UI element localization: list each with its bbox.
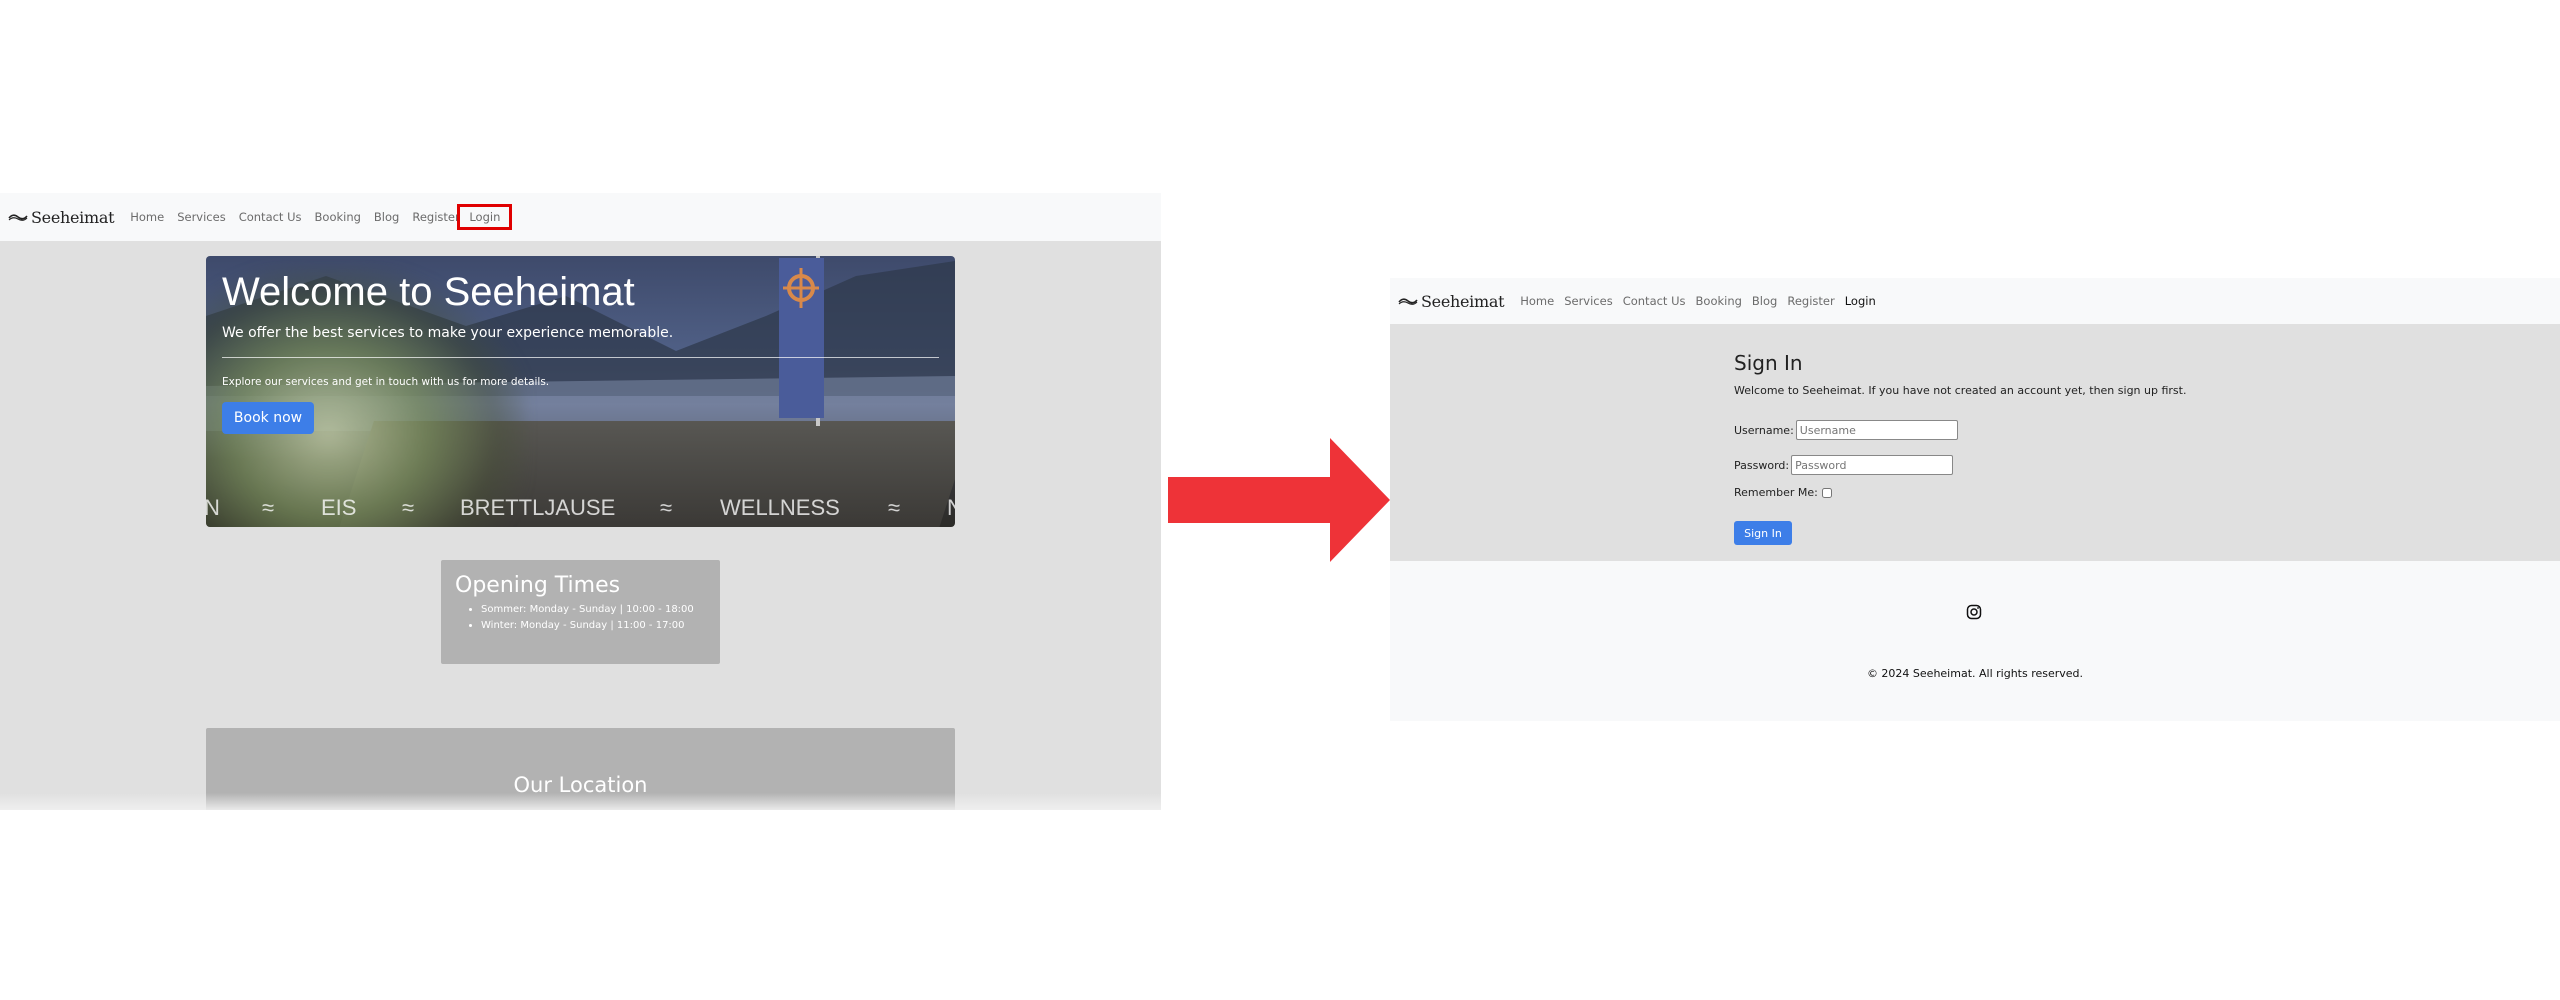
copyright-text: © 2024 Seeheimat. All rights reserved.	[1866, 667, 2084, 680]
nav-blog[interactable]: Blog	[1752, 294, 1777, 308]
hero-lead: We offer the best services to make your …	[222, 325, 674, 341]
nav-register[interactable]: Register	[1787, 294, 1834, 308]
nav-services[interactable]: Services	[177, 210, 226, 224]
ticker-separator: ≈	[888, 495, 901, 520]
username-input[interactable]	[1795, 420, 1958, 440]
opening-times-card: Opening Times Sommer: Monday - Sunday | …	[441, 560, 720, 664]
home-page-screenshot: Seeheimat Home Services Contact Us Booki…	[0, 193, 1161, 810]
nav-home[interactable]: Home	[1520, 294, 1554, 308]
signin-title: Sign In	[1734, 351, 1803, 375]
nav-contact-us[interactable]: Contact Us	[1623, 294, 1686, 308]
book-now-button[interactable]: Book now	[222, 402, 314, 434]
login-page-screenshot: Seeheimat Home Services Contact Us Booki…	[1390, 278, 2560, 721]
hero-banner: Welcome to Seeheimat We offer the best s…	[206, 256, 955, 527]
remember-label: Remember Me:	[1734, 486, 1818, 499]
wave-logo-icon	[1398, 298, 1418, 305]
ticker-item: BRETTLJAUSE	[460, 495, 616, 520]
navbar: Seeheimat Home Services Contact Us Booki…	[1390, 278, 2560, 324]
bottom-fade	[0, 793, 1161, 810]
opening-time-winter: Winter: Monday - Sunday | 11:00 - 17:00	[481, 618, 694, 634]
transition-arrow-icon	[1168, 438, 1390, 562]
nav-home[interactable]: Home	[130, 210, 164, 224]
ticker-marquee: N ≈ EIS ≈ BRETTLJAUSE ≈ WELLNESS ≈ N	[206, 494, 955, 522]
password-label: Password:	[1734, 458, 1790, 472]
ticker-item: N	[947, 495, 955, 520]
nav-services[interactable]: Services	[1564, 294, 1613, 308]
ticker-item: WELLNESS	[720, 495, 840, 520]
hero-divider	[222, 357, 939, 358]
signin-form-section: Sign In Welcome to Seeheimat. If you hav…	[1390, 324, 2560, 561]
remember-checkbox[interactable]	[1821, 487, 1832, 498]
opening-times-list: Sommer: Monday - Sunday | 10:00 - 18:00 …	[467, 602, 694, 634]
username-row: Username:	[1734, 420, 1958, 440]
brand-name: Seeheimat	[31, 207, 115, 227]
nav-login-highlighted[interactable]: Login	[457, 204, 513, 230]
password-input[interactable]	[1791, 455, 1954, 475]
brand-logo[interactable]: Seeheimat	[1398, 291, 1505, 311]
ticker-item: EIS	[321, 495, 357, 520]
ticker-separator: ≈	[262, 495, 275, 520]
username-label: Username:	[1734, 423, 1794, 437]
hero-explore-text: Explore our services and get in touch wi…	[222, 376, 550, 388]
nav-booking[interactable]: Booking	[315, 210, 361, 224]
ticker-separator: ≈	[402, 495, 415, 520]
ticker-item: N	[206, 495, 220, 520]
sign-in-button[interactable]: Sign In	[1734, 521, 1792, 545]
nav-login-active[interactable]: Login	[1845, 294, 1876, 308]
nav-register[interactable]: Register	[412, 210, 457, 224]
ship-wheel-icon	[783, 268, 819, 308]
remember-row: Remember Me:	[1734, 486, 1832, 499]
wave-logo-icon	[8, 214, 28, 221]
brand-name: Seeheimat	[1421, 291, 1505, 311]
hero-title: Welcome to Seeheimat	[222, 270, 635, 314]
nav-blog[interactable]: Blog	[374, 210, 399, 224]
nav-contact-us[interactable]: Contact Us	[239, 210, 302, 224]
instagram-icon[interactable]	[1966, 604, 1982, 620]
nav-booking[interactable]: Booking	[1696, 294, 1742, 308]
ticker-separator: ≈	[660, 495, 673, 520]
brand-logo[interactable]: Seeheimat	[8, 207, 115, 227]
opening-times-title: Opening Times	[455, 573, 621, 598]
password-row: Password:	[1734, 455, 1954, 475]
opening-time-summer: Sommer: Monday - Sunday | 10:00 - 18:00	[481, 602, 694, 618]
flag-image	[779, 258, 824, 418]
navbar: Seeheimat Home Services Contact Us Booki…	[0, 193, 1161, 241]
signin-welcome-text: Welcome to Seeheimat. If you have not cr…	[1734, 384, 2187, 397]
